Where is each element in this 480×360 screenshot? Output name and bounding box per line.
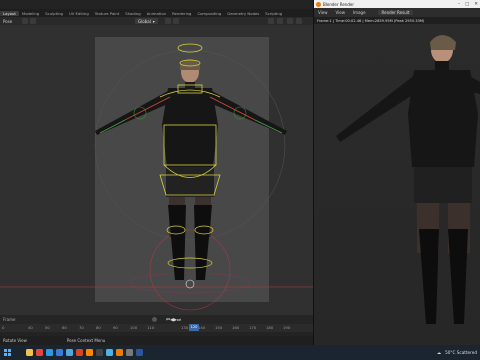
render-slot-dropdown[interactable]: Render Result [377,10,414,15]
terminal-icon [95,349,103,356]
edge-icon [45,349,53,356]
timeline-tick: 100 [130,325,138,330]
tab-sculpting[interactable]: Sculpting [42,11,66,16]
render-window: Blender Render – □ ✕ View View Image Render… [313,0,480,345]
mail-icon [55,349,63,356]
timeline-tick: 0 [2,325,5,330]
file-explorer-icon [25,349,33,356]
playback-controls-icon[interactable]: ⏮◀▶⏭ [166,317,181,323]
tab-shading[interactable]: Shading [122,11,143,16]
taskbar-apps [24,345,144,360]
timeline-tick: 160 [232,325,240,330]
vlc-icon [85,349,93,356]
tab-layout[interactable]: Layout [0,10,19,16]
word-icon [135,349,143,356]
render-info-line: Frame:1 | Time:00:02.46 | Mem:2859.95M (… [314,17,480,24]
minimize-icon[interactable]: – [458,2,460,7]
timeline-tick: 40 [28,325,33,330]
timeline-tick: 180 [266,325,274,330]
render-menu-item[interactable]: Image [349,10,370,15]
taskbar-app-office[interactable] [74,345,84,360]
status-hint-middle: Pose Context Menu [66,338,106,343]
taskbar-app-terminal[interactable] [94,345,104,360]
character-figure [95,59,287,280]
tab-modeling[interactable]: Modeling [19,11,42,16]
timeline-tick: 90 [113,325,118,330]
timeline-tick: 110 [147,325,155,330]
chevron-down-icon: ▾ [152,18,155,24]
taskbar-app-paint[interactable] [104,345,114,360]
timeline-playhead[interactable]: 120 [189,324,199,331]
taskbar-app-edge[interactable] [44,345,54,360]
chrome-icon [35,349,43,356]
timeline-tick: 60 [62,325,67,330]
overlay-icon[interactable] [268,18,274,24]
taskbar-app-notes[interactable] [124,345,134,360]
pivot-icon[interactable] [165,18,171,24]
snap-icon[interactable] [173,18,179,24]
windows-logo-icon [3,349,11,356]
taskbar-app-vlc[interactable] [84,345,94,360]
timeline-tick: 190 [283,325,291,330]
tab-texture-paint[interactable]: Texture Paint [92,11,123,16]
taskbar-app-word[interactable] [134,345,144,360]
start-button[interactable] [0,345,14,360]
timeline-tick: 140 [198,325,206,330]
status-hint-left: Rotate View [3,338,27,343]
viewport-header: Pose Global ▾ [0,17,313,25]
notes-icon [125,349,133,356]
timeline-tick: 50 [45,325,50,330]
record-button[interactable] [152,317,157,322]
timeline-tick: 80 [96,325,101,330]
taskbar-app-mail[interactable] [54,345,64,360]
workspace-tabbar: Layout Modeling Sculpting UV Editing Texture… [0,9,313,17]
taskbar-app-photos[interactable] [64,345,74,360]
render-window-menu: View View Image Render Result [314,8,480,17]
tab-geometry-nodes[interactable]: Geometry Nodes [224,11,262,16]
paint-icon [105,349,113,356]
maximize-icon[interactable]: □ [465,2,469,7]
mode-selector[interactable]: Pose [0,19,15,24]
blender-icon [115,349,123,356]
status-bar: Rotate View Pose Context Menu [0,336,313,345]
transform-orientation-dropdown[interactable]: Global ▾ [135,18,158,24]
windows-taskbar: ☁ 50°C Scattered [0,345,480,360]
system-tray: ☁ 50°C Scattered [437,345,477,360]
timeline-ruler[interactable]: 0 40 50 60 70 80 90 100 110 130 140 150 160 170 180 190… [0,324,313,332]
tab-uv-editing[interactable]: UV Editing [66,11,92,16]
xray-icon[interactable] [277,18,283,24]
timeline-tick: 150 [215,325,223,330]
shading-solid-icon[interactable] [287,18,293,24]
tab-animation[interactable]: Animation [144,11,169,16]
timeline-tick: 70 [79,325,84,330]
select-menu-icon[interactable] [30,18,36,24]
timeline-tick: 130 [181,325,189,330]
3d-viewport[interactable] [0,25,313,315]
tab-compositing[interactable]: Compositing [194,11,224,16]
timeline-tick: 170 [249,325,257,330]
taskbar-app-blender[interactable] [114,345,124,360]
taskbar-app-file-explorer[interactable] [24,345,34,360]
dropdown-value: Global [138,18,151,24]
tab-rendering[interactable]: Rendering [169,11,194,16]
timeline-controls: Frame ⏮◀▶⏭ [0,315,313,324]
render-result-canvas[interactable] [314,24,480,345]
tab-scripting[interactable]: Scripting [262,11,285,16]
blender-main-window: Layout Modeling Sculpting UV Editing Texture… [0,0,313,345]
photos-icon [65,349,73,356]
timeline-frame-label: Frame [3,317,16,322]
shading-rendered-icon[interactable] [296,18,302,24]
close-icon[interactable]: ✕ [474,2,478,7]
render-window-titlebar: Blender Render – □ ✕ [314,0,480,8]
rendered-character-image [336,35,480,324]
render-menu-item[interactable]: View [332,10,350,15]
weather-icon[interactable]: ☁ [437,350,441,355]
render-menu-item[interactable]: View [314,10,332,15]
blender-logo-icon [316,1,321,7]
taskbar-app-chrome[interactable] [34,345,44,360]
view-menu-icon[interactable] [22,18,28,24]
posed-character-viewport[interactable] [0,25,313,315]
office-icon [75,349,83,356]
weather-text[interactable]: 50°C Scattered [445,350,477,355]
